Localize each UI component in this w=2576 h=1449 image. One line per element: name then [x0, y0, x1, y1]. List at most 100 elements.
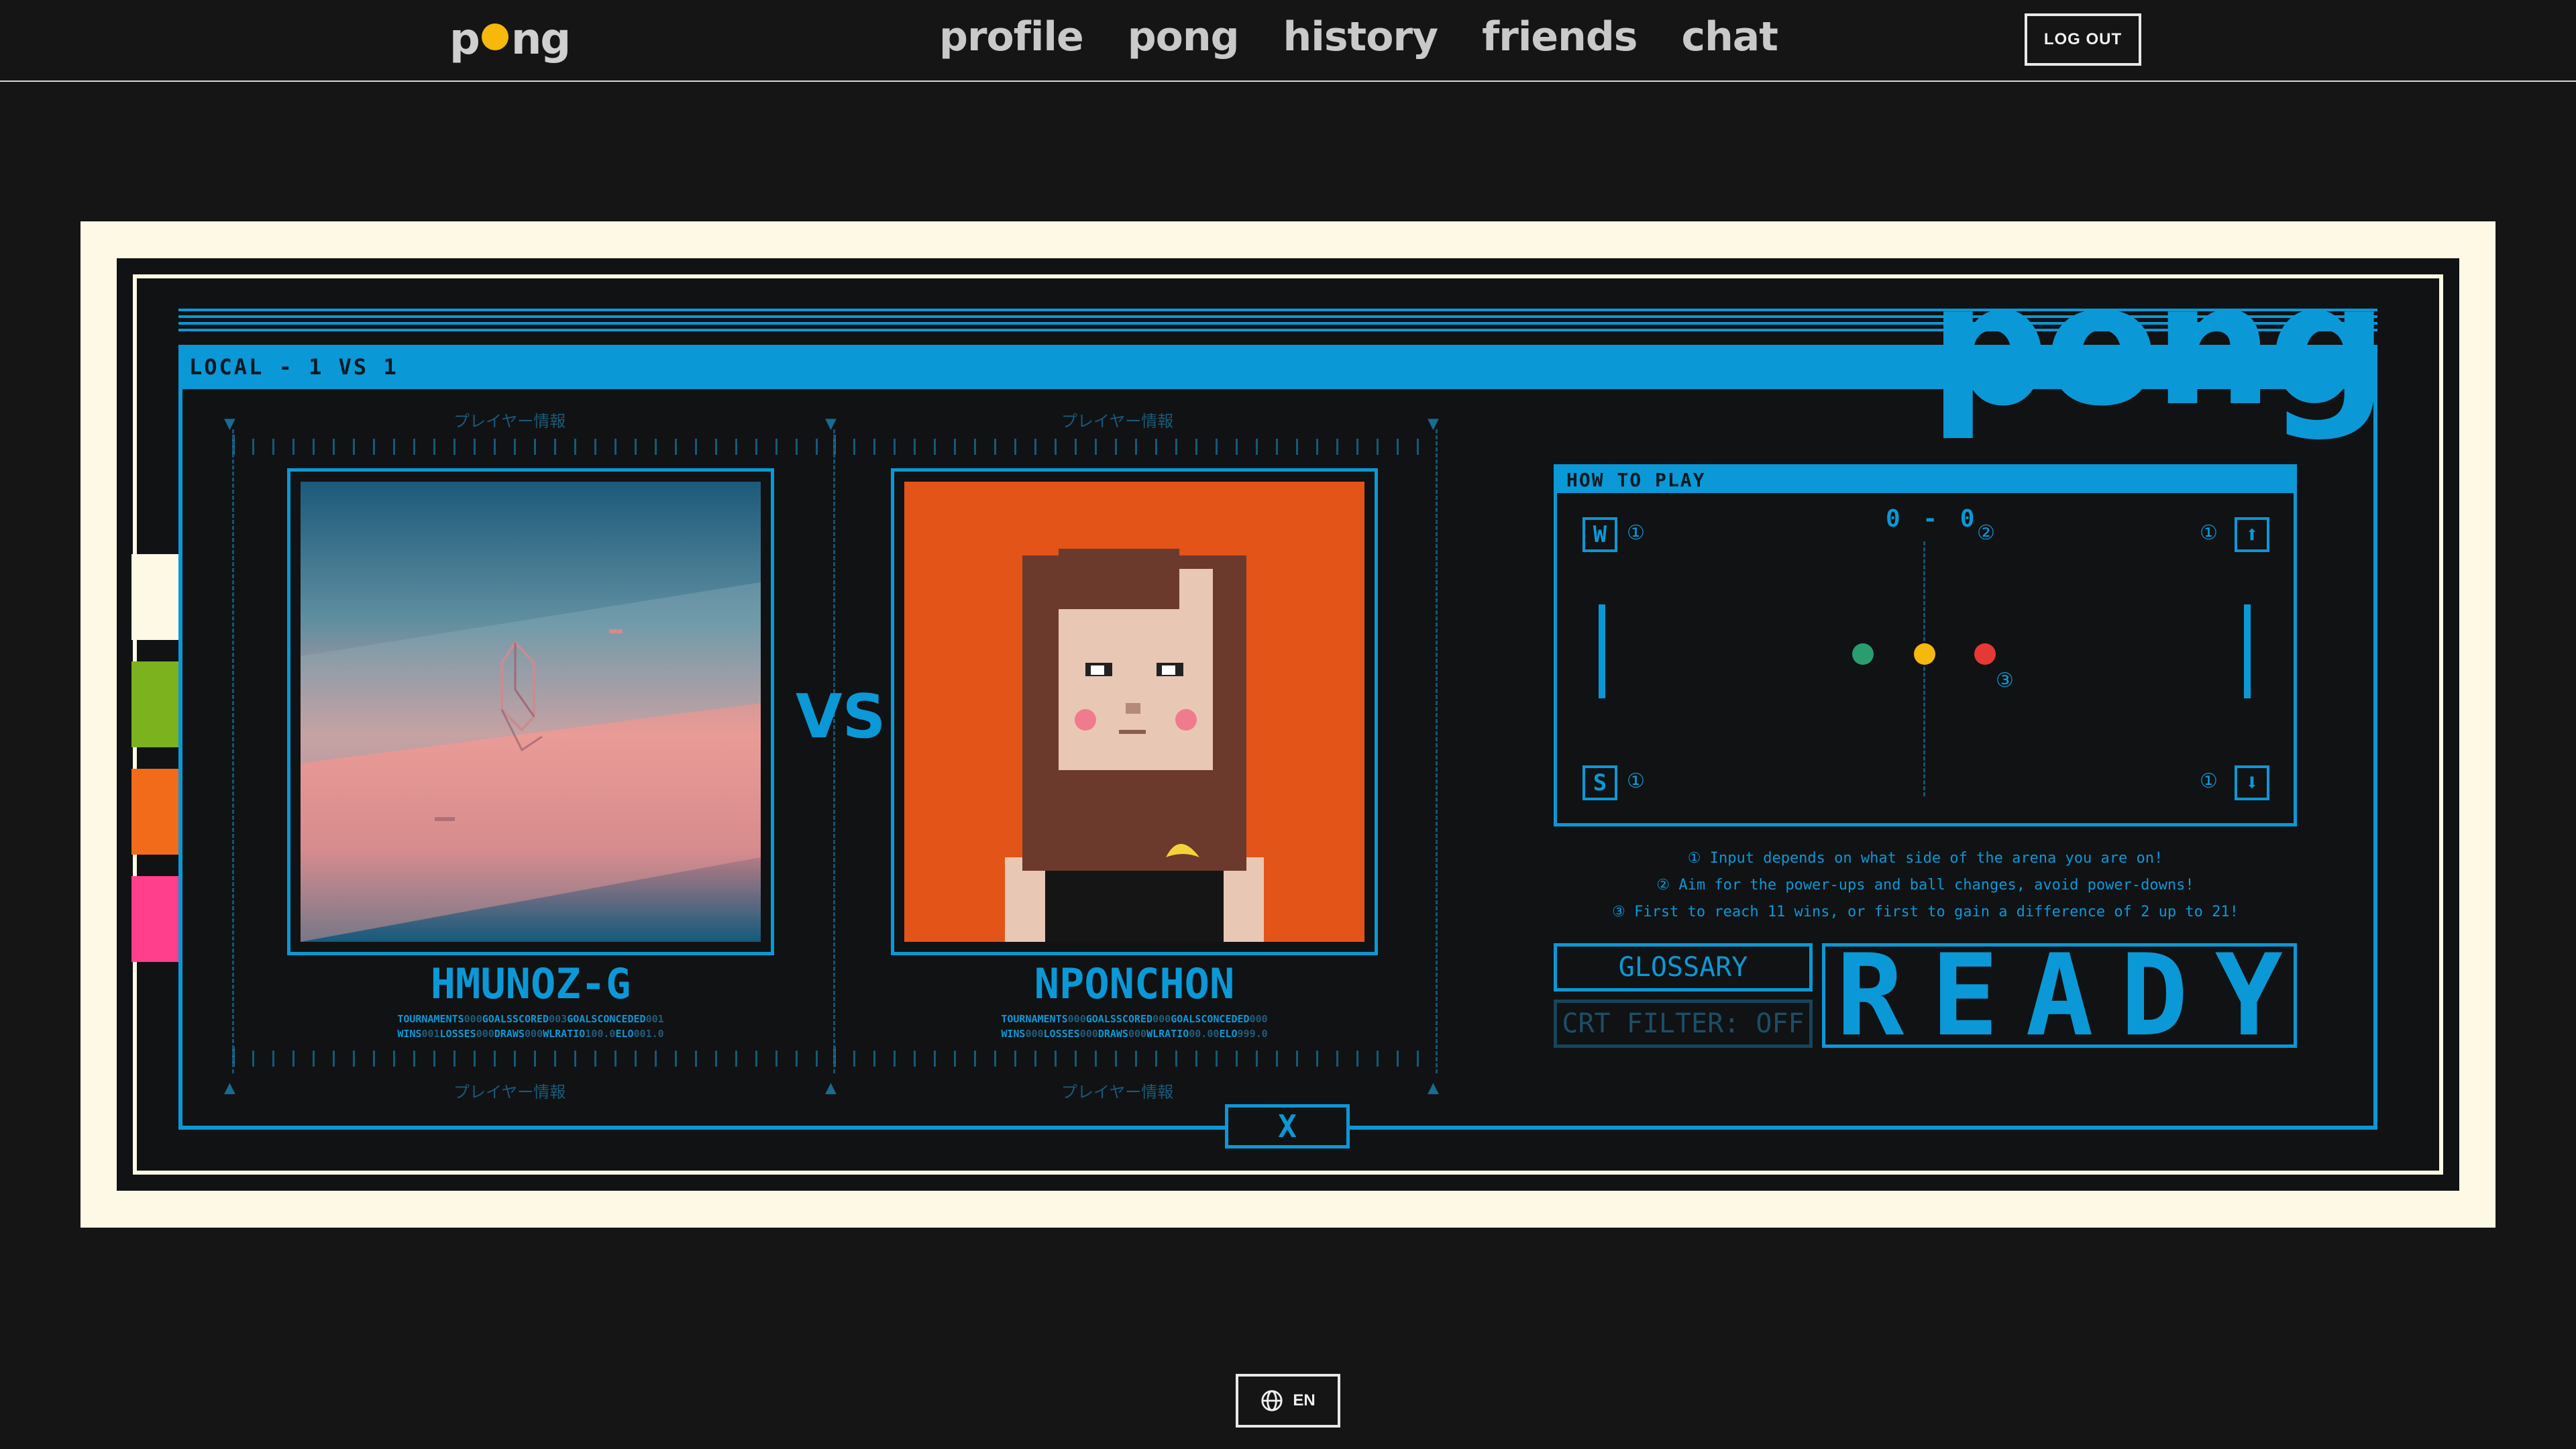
ruler-tick — [1115, 1051, 1117, 1067]
ruler-tick — [614, 439, 616, 455]
key-s-icon: S — [1582, 765, 1617, 800]
how-to-play-title: HOW TO PLAY — [1557, 468, 2294, 493]
ruler-tick — [675, 1051, 677, 1067]
player-info-label: プレイヤー情報 — [1061, 1083, 1174, 1102]
arrow-down-key-icon: ⬇ — [2235, 765, 2269, 800]
crt-filter-toggle[interactable]: CRT FILTER: OFF — [1554, 1000, 1813, 1048]
player2-avatar-card — [891, 468, 1378, 955]
ruler-tick — [655, 439, 657, 455]
stat-value: 100.0 — [585, 1028, 616, 1040]
ruler-tick — [1014, 439, 1016, 455]
language-selector[interactable]: EN — [1236, 1374, 1340, 1428]
ruler-tick — [715, 1051, 717, 1067]
stat-label: LOSSES — [1043, 1028, 1080, 1040]
ruler-tick — [974, 1051, 976, 1067]
stat-value: 000 — [464, 1013, 482, 1025]
ruler-tick — [1034, 1051, 1036, 1067]
stat-value: 00.00 — [1189, 1028, 1220, 1040]
ruler-tick — [534, 439, 536, 455]
stat-label: WLRATIO — [1146, 1028, 1189, 1040]
ruler-tick — [413, 1051, 415, 1067]
ruler-tick — [554, 439, 556, 455]
stat-label: ELO — [615, 1028, 634, 1040]
note-marker: ① — [2200, 769, 2218, 793]
ruler-tick — [994, 439, 996, 455]
glossary-button[interactable]: GLOSSARY — [1554, 943, 1813, 991]
side-color-pink — [131, 876, 181, 962]
ruler-tick — [1276, 439, 1278, 455]
stat-label: DRAWS — [494, 1028, 525, 1040]
ruler-tick — [1055, 1051, 1057, 1067]
stat-label: GOALSSCORED — [1085, 1013, 1153, 1025]
ruler-tick — [1195, 1051, 1197, 1067]
player1-stats: TOURNAMENTS000GOALSSCORED003GOALSCONCEDE… — [287, 1012, 774, 1041]
rules-list: ① Input depends on what side of the aren… — [1554, 845, 2297, 926]
ruler-tick — [735, 439, 737, 455]
ruler-tick — [1135, 439, 1137, 455]
stat-label: TOURNAMENTS — [397, 1013, 464, 1025]
stat-value: 999.0 — [1237, 1028, 1268, 1040]
stat-value: 000 — [1025, 1028, 1044, 1040]
note-marker: ① — [2200, 521, 2218, 545]
ruler-tick — [353, 439, 355, 455]
nav-profile[interactable]: profile — [939, 13, 1084, 60]
ruler-tick — [1095, 439, 1097, 455]
chevron-down-icon: ▼ — [224, 412, 235, 434]
ruler-tick — [272, 439, 274, 455]
ruler-tick — [313, 439, 315, 455]
ruler-tick — [252, 1051, 254, 1067]
nav-chat[interactable]: chat — [1682, 13, 1778, 60]
ruler-tick — [614, 1051, 616, 1067]
ruler-tick — [594, 1051, 596, 1067]
note-marker: ③ — [1996, 669, 2014, 692]
ruler-tick — [1296, 1051, 1298, 1067]
player1-stats-line2: WINS001LOSSES000DRAWS000WLRATIO100.0ELO0… — [287, 1026, 774, 1041]
ruler-tick — [954, 439, 956, 455]
ruler-tick — [735, 1051, 737, 1067]
globe-icon — [1261, 1390, 1283, 1411]
ruler-tick — [635, 439, 637, 455]
ruler-tick — [1397, 439, 1399, 455]
ruler-tick — [1356, 1051, 1358, 1067]
ruler-tick — [695, 439, 697, 455]
player2-stats-line1: TOURNAMENTS000GOALSSCORED000GOALSCONCEDE… — [891, 1012, 1378, 1026]
side-color-green — [131, 661, 181, 747]
ruler-tick — [1417, 439, 1419, 455]
ruler-tick — [894, 439, 896, 455]
ruler-tick — [873, 1051, 875, 1067]
ready-button[interactable]: READY — [1822, 930, 2297, 1061]
side-color-orange — [131, 769, 181, 855]
ruler-tick — [594, 439, 596, 455]
ruler-tick — [393, 1051, 395, 1067]
ruler-tick — [1034, 439, 1036, 455]
stat-label: WLRATIO — [543, 1028, 586, 1040]
nav-friends[interactable]: friends — [1482, 13, 1638, 60]
stat-value: 001.0 — [633, 1028, 664, 1040]
ruler-tick — [873, 439, 875, 455]
ruler-tick — [474, 439, 476, 455]
logo-left: p — [449, 15, 480, 64]
main-nav: profile pong history friends chat — [939, 13, 1778, 60]
player2-stats: TOURNAMENTS000GOALSSCORED000GOALSCONCEDE… — [891, 1012, 1378, 1041]
ruler-tick — [1155, 1051, 1157, 1067]
close-button[interactable]: X — [1225, 1104, 1350, 1148]
ruler-tick — [655, 1051, 657, 1067]
nav-history[interactable]: history — [1283, 13, 1439, 60]
logout-button[interactable]: LOG OUT — [2025, 13, 2141, 66]
chevron-down-icon: ▼ — [1428, 412, 1439, 434]
right-paddle — [2244, 604, 2251, 698]
ruler-tick — [494, 439, 496, 455]
ruler-tick — [534, 1051, 536, 1067]
stat-value: 001 — [421, 1028, 440, 1040]
player-info-label: プレイヤー情報 — [453, 412, 566, 431]
ruler-tick — [433, 439, 435, 455]
player1-avatar — [301, 482, 761, 942]
nav-pong[interactable]: pong — [1128, 13, 1240, 60]
app-logo[interactable]: p ng — [449, 15, 571, 64]
stat-label: GOALSSCORED — [482, 1013, 549, 1025]
ruler-tick — [1115, 439, 1117, 455]
ruler-tick — [894, 1051, 896, 1067]
ruler-tick — [333, 439, 335, 455]
ruler-tick — [292, 1051, 294, 1067]
ruler-tick — [1377, 1051, 1379, 1067]
